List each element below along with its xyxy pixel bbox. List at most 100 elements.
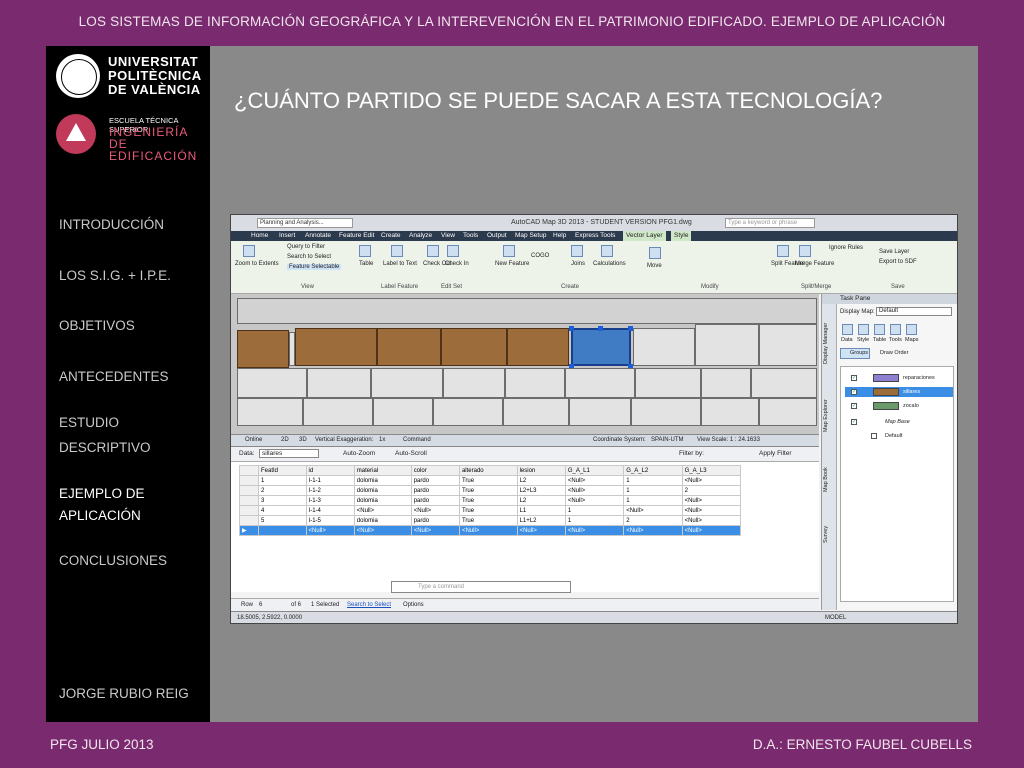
cell[interactable]: True — [458, 515, 518, 526]
tab-style[interactable]: Style — [671, 231, 692, 241]
cogo-button[interactable]: COGO — [531, 253, 549, 259]
nav-sig-ipe[interactable]: LOS S.I.G. + I.P.E. — [59, 263, 171, 288]
cell[interactable]: <Null> — [305, 525, 355, 536]
table-row[interactable]: 2 I-1-2 dolomia pardo True L2+L3 <Null> … — [239, 485, 742, 496]
nav-objetivos[interactable]: OBJETIVOS — [59, 313, 135, 338]
stone[interactable] — [433, 398, 503, 426]
cell[interactable]: <Null> — [410, 505, 460, 516]
cell[interactable]: <Null> — [681, 495, 742, 506]
cell[interactable]: <Null> — [564, 485, 625, 496]
cell[interactable]: 2 — [681, 485, 742, 496]
apply-filter-button[interactable]: Apply Filter — [759, 450, 792, 457]
stone-sillar[interactable] — [377, 328, 441, 366]
auto-scroll-button[interactable]: Auto-Scroll — [395, 450, 427, 457]
options-button[interactable]: Options — [403, 602, 424, 608]
command-button[interactable]: Command — [403, 437, 431, 443]
cell[interactable]: 1 — [623, 495, 683, 506]
ignore-rules-button[interactable]: Ignore Rules — [829, 245, 863, 251]
draw-order-button[interactable]: Draw Order — [880, 350, 908, 356]
tab-create[interactable]: Create — [381, 232, 401, 239]
cell[interactable]: <Null> — [623, 525, 683, 536]
tab-feature-edit[interactable]: Feature Edit — [339, 232, 374, 239]
feature-selectable-button[interactable]: Feature Selectable — [287, 264, 342, 270]
tab-express-tools[interactable]: Express Tools — [575, 232, 615, 239]
cell[interactable]: L1+L2 — [516, 515, 566, 526]
layer-default[interactable]: Default — [845, 431, 953, 441]
check-out-icon[interactable] — [427, 245, 439, 257]
data-icon[interactable] — [842, 324, 853, 335]
cell[interactable]: pardo — [410, 515, 460, 526]
vertical-exaggeration-value[interactable]: 1x — [379, 437, 385, 443]
table-icon[interactable] — [874, 324, 885, 335]
table-row[interactable]: 3 I-1-3 dolomia pardo True L2 <Null> 1 <… — [239, 495, 742, 506]
cell[interactable]: <Null> — [623, 505, 683, 516]
layer-reparaciones[interactable]: ✓ reparaciones — [845, 373, 953, 383]
cell[interactable]: <Null> — [458, 525, 518, 536]
stone[interactable] — [503, 398, 569, 426]
tab-annotate[interactable]: Annotate — [305, 232, 331, 239]
cell[interactable]: pardo — [410, 475, 460, 486]
tab-survey[interactable]: Survey — [823, 512, 835, 556]
layer-checkbox[interactable] — [871, 433, 877, 439]
cell[interactable]: L2 — [516, 475, 566, 486]
table-row[interactable]: 1 I-1-1 dolomia pardo True L2 <Null> 1 <… — [239, 475, 742, 486]
stone[interactable] — [701, 398, 759, 426]
col-gal2[interactable]: G_A_L2 — [623, 465, 683, 476]
stone[interactable] — [237, 368, 307, 398]
cell[interactable]: 2 — [258, 485, 307, 496]
query-to-filter-button[interactable]: Query to Filter — [287, 244, 325, 250]
layer-zocalo[interactable]: ✓ zocalo — [845, 401, 953, 411]
stone[interactable] — [443, 368, 505, 398]
grip-handle[interactable] — [569, 326, 574, 331]
cell[interactable]: 2 — [623, 515, 683, 526]
layer-sillares[interactable]: ✓ sillares — [845, 387, 953, 397]
stone[interactable] — [633, 328, 695, 366]
coordinate-system-value[interactable]: SPAIN-UTM — [651, 437, 684, 443]
col-material[interactable]: material — [353, 465, 412, 476]
tab-map-explorer[interactable]: Map Explorer — [823, 384, 835, 448]
cell[interactable]: <Null> — [681, 475, 742, 486]
cell[interactable]: 1 — [258, 475, 307, 486]
cell[interactable]: <Null> — [353, 525, 412, 536]
save-layer-button[interactable]: Save Layer — [879, 249, 909, 255]
merge-feature-icon[interactable] — [799, 245, 811, 257]
cell[interactable]: 1 — [623, 475, 683, 486]
col-color[interactable]: color — [410, 465, 460, 476]
nav-introduccion[interactable]: INTRODUCCIÓN — [59, 212, 164, 237]
auto-zoom-button[interactable]: Auto-Zoom — [343, 450, 375, 457]
cell[interactable]: I-1-2 — [305, 485, 355, 496]
nav-antecedentes[interactable]: ANTECEDENTES — [59, 364, 169, 389]
model-space-button[interactable]: MODEL — [825, 615, 846, 621]
cell[interactable] — [258, 525, 307, 536]
view-3d-button[interactable]: 3D — [299, 437, 307, 443]
calculations-icon[interactable] — [601, 245, 613, 257]
split-feature-icon[interactable] — [777, 245, 789, 257]
table-row-selected[interactable]: ▶ <Null> <Null> <Null> <Null> <Null> <Nu… — [239, 525, 742, 536]
cell[interactable]: <Null> — [681, 525, 742, 536]
tab-map-setup[interactable]: Map Setup — [515, 232, 546, 239]
nav-aplicacion[interactable]: APLICACIÓN — [59, 503, 141, 528]
stone[interactable] — [759, 324, 817, 366]
stone-repair[interactable] — [237, 330, 289, 368]
stone[interactable] — [371, 368, 443, 398]
data-source-select[interactable]: sillares — [259, 449, 320, 458]
col-gal3[interactable]: G_A_L3 — [681, 465, 742, 476]
cell[interactable]: 1 — [564, 515, 625, 526]
command-input[interactable]: Type a command — [391, 581, 571, 593]
stone-sillar[interactable] — [295, 328, 377, 366]
cell[interactable]: 4 — [258, 505, 307, 516]
layer-checkbox[interactable]: ✓ — [851, 419, 857, 425]
cell[interactable]: dolomia — [353, 485, 412, 496]
table-row[interactable]: 5 I-1-5 dolomia pardo True L1+L2 1 2 <Nu… — [239, 515, 742, 526]
stone[interactable] — [373, 398, 433, 426]
view-scale[interactable]: View Scale: 1 : 24.1633 — [697, 437, 760, 443]
maps-icon[interactable] — [906, 324, 917, 335]
cell[interactable]: dolomia — [353, 515, 412, 526]
stone[interactable] — [505, 368, 565, 398]
stone[interactable] — [635, 368, 701, 398]
move-icon[interactable] — [649, 247, 661, 259]
layer-checkbox[interactable]: ✓ — [851, 403, 857, 409]
cell[interactable]: <Null> — [681, 515, 742, 526]
cell[interactable]: I-1-1 — [305, 475, 355, 486]
stone[interactable] — [565, 368, 635, 398]
